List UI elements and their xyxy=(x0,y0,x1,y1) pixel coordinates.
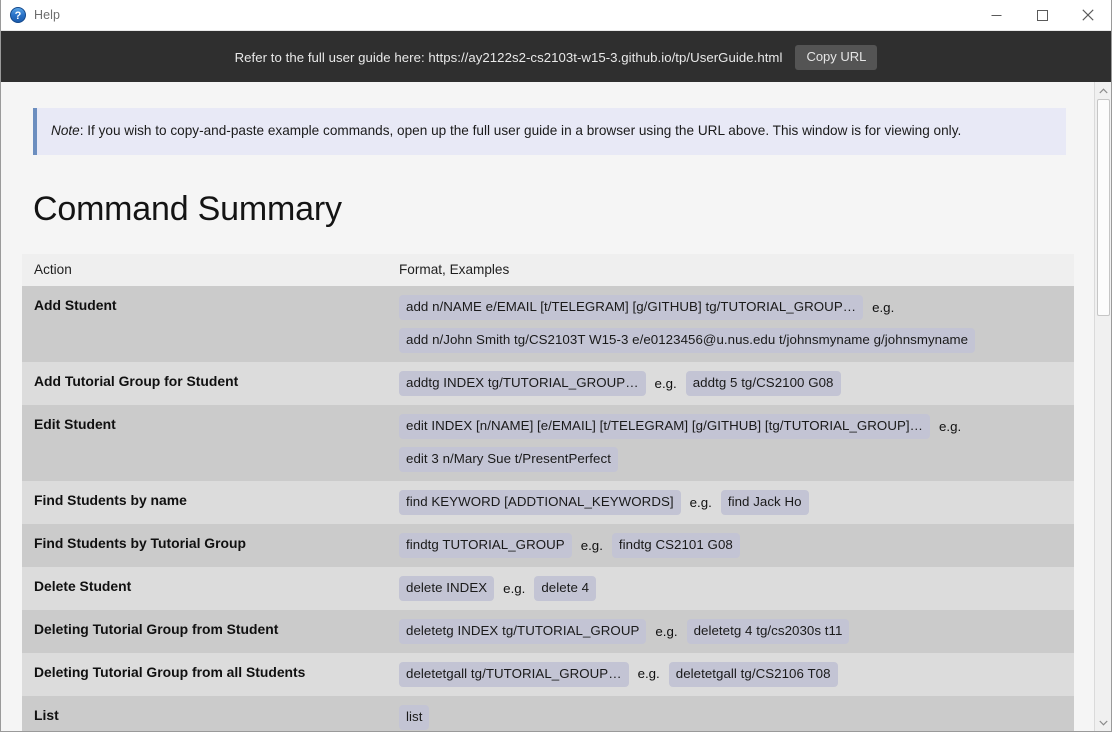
command-format-chip: delete INDEX xyxy=(399,576,495,602)
column-header-action: Action xyxy=(22,254,387,287)
table-row: Add Tutorial Group for Student addtg INDE… xyxy=(22,362,1074,406)
eg-label: e.g. xyxy=(654,375,677,391)
command-example-chip: deletetgall tg/CS2106 T08 xyxy=(668,661,838,687)
scrollbar-track[interactable] xyxy=(1095,99,1111,714)
cell-format-examples: addtg INDEX tg/TUTORIAL_GROUP… e.g. addtg … xyxy=(387,362,1074,406)
cell-format-examples: deletetgall tg/TUTORIAL_GROUP… e.g. delete… xyxy=(387,652,1074,696)
cell-action: Deleting Tutorial Group from all Student… xyxy=(22,652,387,696)
command-format-chip: findtg TUTORIAL_GROUP xyxy=(399,533,572,559)
minimize-button[interactable] xyxy=(973,0,1019,31)
format-line: deletetg INDEX tg/TUTORIAL_GROUP e.g. dele… xyxy=(399,619,1074,644)
command-example-chip: deletetg 4 tg/cs2030s t11 xyxy=(686,619,850,644)
eg-label: e.g. xyxy=(872,299,895,315)
content-area: Note: If you wish to copy-and-paste exam… xyxy=(1,82,1111,731)
title-bar: ? Help xyxy=(1,0,1111,31)
table-row: List list xyxy=(22,695,1074,731)
eg-label: e.g. xyxy=(655,623,678,639)
cell-action: Find Students by Tutorial Group xyxy=(22,524,387,568)
table-row: Edit Student edit INDEX [n/NAME] [e/EMAIL… xyxy=(22,405,1074,482)
command-format-chip: find KEYWORD [ADDTIONAL_KEYWORDS] xyxy=(399,490,681,516)
command-example-chip: findtg CS2101 G08 xyxy=(611,533,740,559)
format-line: edit 3 n/Mary Sue t/PresentPerfect xyxy=(399,447,1074,473)
format-line: find KEYWORD [ADDTIONAL_KEYWORDS] e.g. fin… xyxy=(399,490,1074,516)
maximize-button[interactable] xyxy=(1019,0,1065,31)
table-row: Add Student add n/NAME e/EMAIL [t/TELEGRA… xyxy=(22,286,1074,363)
column-header-format: Format, Examples xyxy=(387,254,1074,287)
table-row: Deleting Tutorial Group from Student dele… xyxy=(22,610,1074,653)
command-example-chip: addtg 5 tg/CS2100 G08 xyxy=(685,371,841,397)
command-format-chip: deletetg INDEX tg/TUTORIAL_GROUP xyxy=(399,619,647,644)
note-label: Note xyxy=(51,123,80,138)
eg-label: e.g. xyxy=(580,537,603,553)
cell-format-examples: delete INDEX e.g. delete 4 xyxy=(387,567,1074,611)
cell-action: Deleting Tutorial Group from Student xyxy=(22,610,387,653)
cell-action: Edit Student xyxy=(22,405,387,482)
note-callout: Note: If you wish to copy-and-paste exam… xyxy=(33,108,1066,156)
command-format-chip: deletetgall tg/TUTORIAL_GROUP… xyxy=(399,661,629,687)
svg-text:?: ? xyxy=(15,10,22,22)
scrollbar-thumb[interactable] xyxy=(1097,99,1110,316)
command-format-chip: add n/John Smith tg/CS2103T W15-3 e/e012… xyxy=(399,328,976,354)
table-row: Find Students by name find KEYWORD [ADDTI… xyxy=(22,481,1074,525)
user-guide-url-text: Refer to the full user guide here: https… xyxy=(234,50,783,65)
cell-action: Add Tutorial Group for Student xyxy=(22,362,387,406)
format-line: list xyxy=(399,704,1074,730)
format-line: edit INDEX [n/NAME] [e/EMAIL] [t/TELEGRA… xyxy=(399,414,1074,440)
command-format-chip: list xyxy=(399,704,430,730)
help-circle-icon: ? xyxy=(10,7,26,23)
user-guide-url-bar: Refer to the full user guide here: https… xyxy=(1,31,1111,82)
table-header-row: Action Format, Examples xyxy=(22,254,1074,287)
format-line: delete INDEX e.g. delete 4 xyxy=(399,576,1074,602)
note-text: : If you wish to copy-and-paste example … xyxy=(79,123,962,138)
cell-format-examples: add n/NAME e/EMAIL [t/TELEGRAM] [g/GITHU… xyxy=(387,286,1074,363)
cell-action: List xyxy=(22,695,387,731)
scroll-down-button[interactable] xyxy=(1095,714,1111,731)
format-line: add n/John Smith tg/CS2103T W15-3 e/e012… xyxy=(399,328,1074,354)
format-line: add n/NAME e/EMAIL [t/TELEGRAM] [g/GITHU… xyxy=(399,295,1074,321)
command-format-chip: add n/NAME e/EMAIL [t/TELEGRAM] [g/GITHU… xyxy=(399,295,864,321)
title-bar-left: ? Help xyxy=(1,7,60,23)
cell-format-examples: edit INDEX [n/NAME] [e/EMAIL] [t/TELEGRA… xyxy=(387,405,1074,482)
window-controls xyxy=(973,0,1111,31)
cell-action: Find Students by name xyxy=(22,481,387,525)
cell-format-examples: findtg TUTORIAL_GROUP e.g. findtg CS2101 G… xyxy=(387,524,1074,568)
table-row: Deleting Tutorial Group from all Student… xyxy=(22,652,1074,696)
command-summary-table: Action Format, Examples Add Student add n… xyxy=(22,254,1074,731)
format-line: addtg INDEX tg/TUTORIAL_GROUP… e.g. addtg … xyxy=(399,371,1074,397)
eg-label: e.g. xyxy=(503,580,526,596)
eg-label: e.g. xyxy=(939,418,962,434)
close-button[interactable] xyxy=(1065,0,1111,31)
format-line: findtg TUTORIAL_GROUP e.g. findtg CS2101 G… xyxy=(399,533,1074,559)
command-format-chip: edit INDEX [n/NAME] [e/EMAIL] [t/TELEGRA… xyxy=(399,414,930,440)
format-line: deletetgall tg/TUTORIAL_GROUP… e.g. delete… xyxy=(399,661,1074,687)
help-content-scroll-region: Note: If you wish to copy-and-paste exam… xyxy=(1,82,1094,731)
vertical-scrollbar[interactable] xyxy=(1094,82,1111,731)
table-row: Delete Student delete INDEX e.g. delete 4 xyxy=(22,567,1074,611)
cell-format-examples: list xyxy=(387,695,1074,731)
cell-format-examples: find KEYWORD [ADDTIONAL_KEYWORDS] e.g. fin… xyxy=(387,481,1074,525)
command-example-chip: find Jack Ho xyxy=(720,490,809,516)
table-row: Find Students by Tutorial Group findtg TU… xyxy=(22,524,1074,568)
cell-action: Delete Student xyxy=(22,567,387,611)
scroll-up-button[interactable] xyxy=(1095,82,1111,99)
command-example-chip: delete 4 xyxy=(534,576,597,602)
command-format-chip: edit 3 n/Mary Sue t/PresentPerfect xyxy=(399,447,618,473)
window-title: Help xyxy=(34,8,61,23)
cell-action: Add Student xyxy=(22,286,387,363)
table-body: Add Student add n/NAME e/EMAIL [t/TELEGRA… xyxy=(22,286,1074,731)
copy-url-button[interactable]: Copy URL xyxy=(795,44,878,71)
page-title: Command Summary xyxy=(33,190,342,229)
cell-format-examples: deletetg INDEX tg/TUTORIAL_GROUP e.g. dele… xyxy=(387,610,1074,653)
eg-label: e.g. xyxy=(689,494,712,510)
help-window: ? Help Refer to the full user guide here… xyxy=(0,0,1112,732)
eg-label: e.g. xyxy=(637,666,660,682)
table-head: Action Format, Examples xyxy=(22,254,1074,287)
command-format-chip: addtg INDEX tg/TUTORIAL_GROUP… xyxy=(399,371,646,397)
